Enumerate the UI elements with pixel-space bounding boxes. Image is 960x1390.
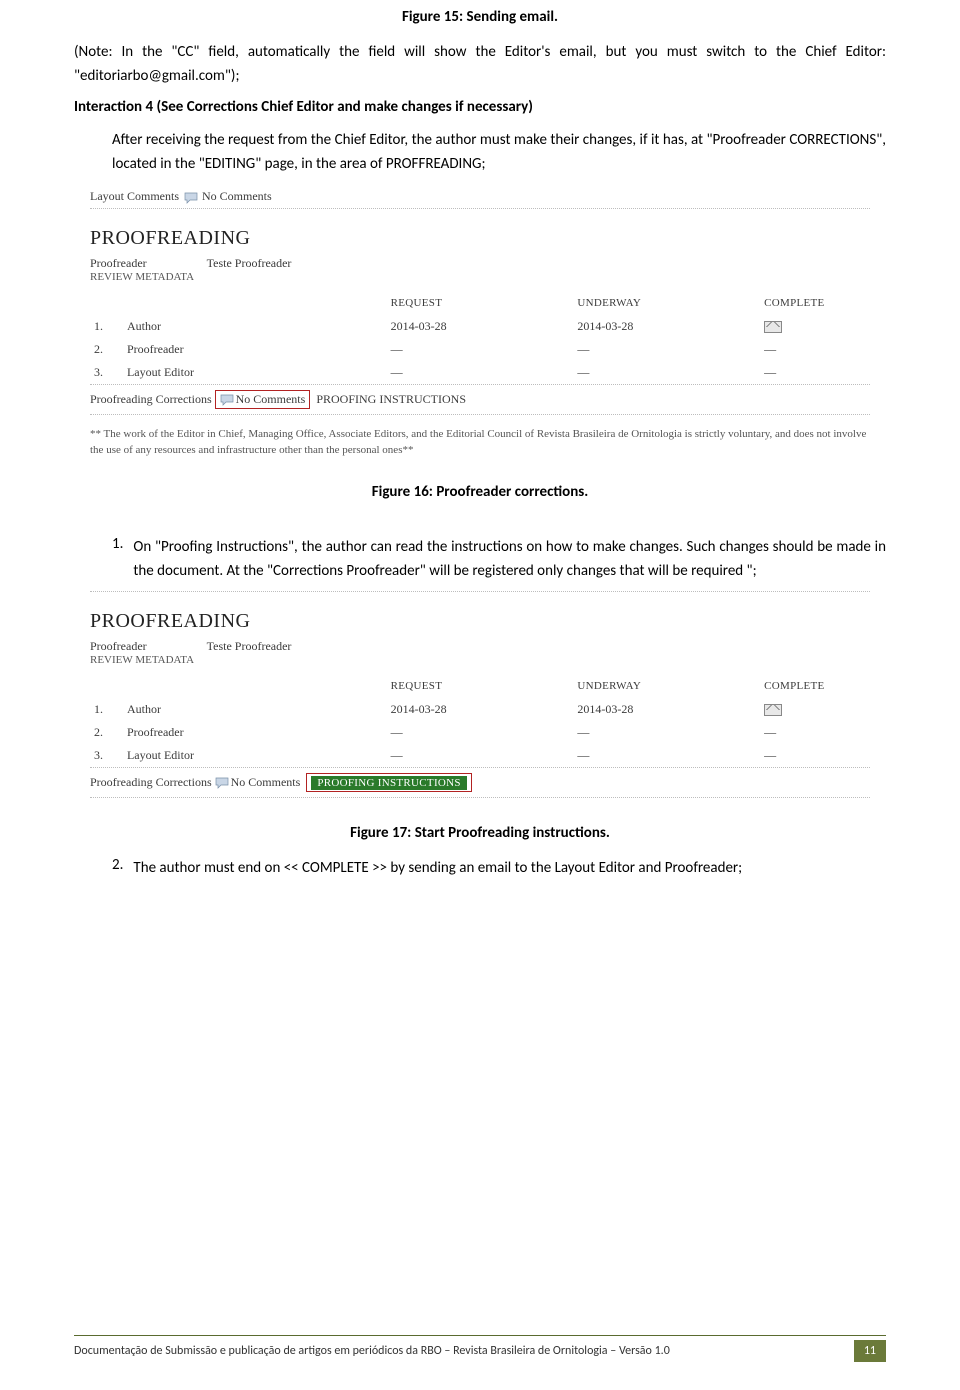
table-row: 1. Author 2014-03-28 2014-03-28 — [90, 315, 870, 338]
th-complete-2: COMPLETE — [760, 674, 870, 698]
proofreading-table: REQUEST UNDERWAY COMPLETE 1. Author 2014… — [90, 291, 870, 384]
th-request-2: REQUEST — [387, 674, 574, 698]
no-comments-text-2: No Comments — [236, 392, 306, 406]
envelope-icon-2 — [764, 704, 782, 716]
figure-17-caption: Figure 17: Start Proofreading instructio… — [74, 824, 886, 842]
list-item-1-text: On "Proofing Instructions", the author c… — [133, 535, 886, 583]
screenshot-footnote: ** The work of the Editor in Chief, Mana… — [90, 427, 870, 459]
proofreader-label: Proofreader — [90, 256, 147, 271]
proofreader-label-2: Proofreader — [90, 639, 147, 654]
footer-text: Documentação de Submissão e publicação d… — [74, 1344, 854, 1358]
envelope-icon — [764, 321, 782, 333]
highlight-box-corrections: No Comments — [215, 390, 311, 409]
proofreader-name: Teste Proofreader — [207, 256, 292, 271]
proofreading-heading-2: PROOFREADING — [90, 610, 870, 633]
interaction-4-body: After receiving the request from the Chi… — [74, 128, 886, 176]
interaction-4-heading: Interaction 4 (See Corrections Chief Edi… — [74, 98, 886, 116]
table-row: 3. Layout Editor — — — — [90, 744, 870, 767]
screenshot-proofreading-2: PROOFREADING Proofreader Teste Proofread… — [90, 591, 870, 798]
table-row: 2. Proofreader — — — — [90, 338, 870, 361]
list-number-2: 2. — [112, 856, 123, 880]
speech-bubble-icon — [184, 190, 200, 205]
th-underway-2: UNDERWAY — [573, 674, 760, 698]
no-comments-text: No Comments — [202, 189, 272, 203]
figure-15-caption: Figure 15: Sending email. — [74, 8, 886, 26]
review-metadata-link: REVIEW METADATA — [90, 271, 870, 283]
proofreader-name-2: Teste Proofreader — [207, 639, 292, 654]
page-footer: Documentação de Submissão e publicação d… — [74, 1335, 886, 1362]
proofing-instructions-link: PROOFING INSTRUCTIONS — [316, 392, 466, 406]
note-paragraph: (Note: In the "CC" field, automatically … — [74, 40, 886, 88]
table-row: 2. Proofreader — — — — [90, 721, 870, 744]
proofreading-corrections-label: Proofreading Corrections — [90, 392, 212, 406]
proofing-instructions-highlighted: PROOFING INSTRUCTIONS — [311, 776, 467, 790]
table-row: 3. Layout Editor — — — — [90, 361, 870, 384]
page-number: 11 — [854, 1340, 886, 1362]
table-row: 1. Author 2014-03-28 2014-03-28 — [90, 698, 870, 721]
list-number-1: 1. — [112, 535, 123, 583]
layout-comments-label: Layout Comments — [90, 189, 179, 204]
no-comments-text-3: No Comments — [231, 775, 301, 789]
highlight-box-proofing-instructions: PROOFING INSTRUCTIONS — [306, 773, 472, 792]
screenshot-proofreading-1: Layout Comments No Comments PROOFREADING… — [90, 186, 870, 459]
list-item-2-text: The author must end on << COMPLETE >> by… — [133, 856, 886, 880]
th-request: REQUEST — [387, 291, 574, 315]
proofreading-table-2: REQUEST UNDERWAY COMPLETE 1. Author 2014… — [90, 674, 870, 767]
th-underway: UNDERWAY — [573, 291, 760, 315]
figure-16-caption: Figure 16: Proofreader corrections. — [74, 483, 886, 501]
proofreading-heading: PROOFREADING — [90, 227, 870, 250]
proofreading-corrections-label-2: Proofreading Corrections — [90, 775, 212, 789]
th-complete: COMPLETE — [760, 291, 870, 315]
review-metadata-link-2: REVIEW METADATA — [90, 654, 870, 666]
